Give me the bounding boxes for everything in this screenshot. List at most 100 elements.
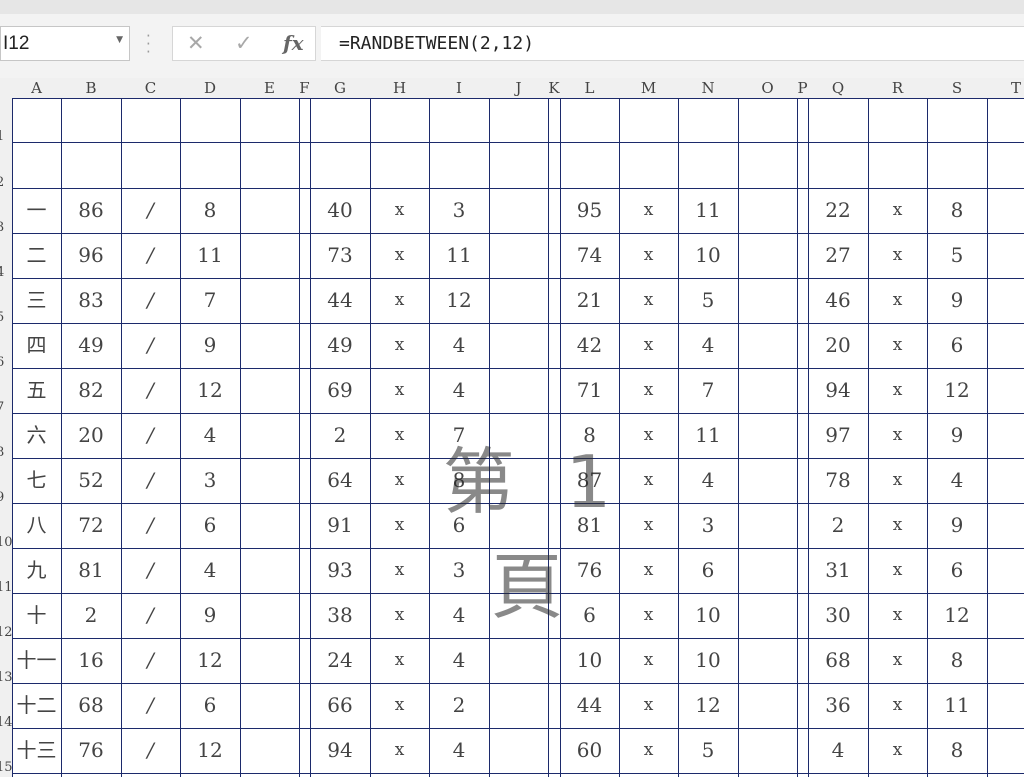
cell-d7[interactable]: 12 bbox=[180, 368, 240, 413]
cell-h4[interactable]: x bbox=[370, 233, 429, 278]
cell-r15[interactable]: x bbox=[868, 728, 927, 773]
cell-c5[interactable]: / bbox=[121, 278, 180, 323]
cell-m5[interactable]: x bbox=[619, 278, 678, 323]
cell-q11[interactable]: 31 bbox=[808, 548, 868, 593]
cell-c4[interactable]: / bbox=[121, 233, 180, 278]
cell-s5[interactable]: 9 bbox=[927, 278, 987, 323]
cell-n12[interactable]: 10 bbox=[678, 593, 738, 638]
cell-a15[interactable]: 十三 bbox=[12, 728, 61, 773]
cell-c7[interactable]: / bbox=[121, 368, 180, 413]
cell-h6[interactable]: x bbox=[370, 323, 429, 368]
cell-a13[interactable]: 十一 bbox=[12, 638, 61, 683]
cell-g10[interactable]: 91 bbox=[310, 503, 370, 548]
cell-n4[interactable]: 10 bbox=[678, 233, 738, 278]
cell-n9[interactable]: 4 bbox=[678, 458, 738, 503]
cell-c11[interactable]: / bbox=[121, 548, 180, 593]
cell-s14[interactable]: 11 bbox=[927, 683, 987, 728]
cell-n7[interactable]: 7 bbox=[678, 368, 738, 413]
cell-d9[interactable]: 3 bbox=[180, 458, 240, 503]
cell-q8[interactable]: 97 bbox=[808, 413, 868, 458]
cell-b15[interactable]: 76 bbox=[61, 728, 121, 773]
cell-q5[interactable]: 46 bbox=[808, 278, 868, 323]
cell-d8[interactable]: 4 bbox=[180, 413, 240, 458]
cell-m13[interactable]: x bbox=[619, 638, 678, 683]
cell-i5[interactable]: 12 bbox=[429, 278, 489, 323]
cell-c12[interactable]: / bbox=[121, 593, 180, 638]
cell-c14[interactable]: / bbox=[121, 683, 180, 728]
cell-s3[interactable]: 8 bbox=[927, 188, 987, 233]
cell-r11[interactable]: x bbox=[868, 548, 927, 593]
cell-i15[interactable]: 4 bbox=[429, 728, 489, 773]
cell-n11[interactable]: 6 bbox=[678, 548, 738, 593]
cell-g15[interactable]: 94 bbox=[310, 728, 370, 773]
cell-s13[interactable]: 8 bbox=[927, 638, 987, 683]
cell-i7[interactable]: 4 bbox=[429, 368, 489, 413]
cell-a7[interactable]: 五 bbox=[12, 368, 61, 413]
cell-c8[interactable]: / bbox=[121, 413, 180, 458]
cell-i6[interactable]: 4 bbox=[429, 323, 489, 368]
cell-g6[interactable]: 49 bbox=[310, 323, 370, 368]
cell-d14[interactable]: 6 bbox=[180, 683, 240, 728]
cell-n8[interactable]: 11 bbox=[678, 413, 738, 458]
cell-r10[interactable]: x bbox=[868, 503, 927, 548]
cell-q10[interactable]: 2 bbox=[808, 503, 868, 548]
cell-l3[interactable]: 95 bbox=[560, 188, 619, 233]
cell-b12[interactable]: 2 bbox=[61, 593, 121, 638]
cell-m14[interactable]: x bbox=[619, 683, 678, 728]
cell-r8[interactable]: x bbox=[868, 413, 927, 458]
cell-q6[interactable]: 20 bbox=[808, 323, 868, 368]
cell-g3[interactable]: 40 bbox=[310, 188, 370, 233]
cell-r14[interactable]: x bbox=[868, 683, 927, 728]
cell-b3[interactable]: 86 bbox=[61, 188, 121, 233]
cell-c6[interactable]: / bbox=[121, 323, 180, 368]
cell-g11[interactable]: 93 bbox=[310, 548, 370, 593]
cell-g7[interactable]: 69 bbox=[310, 368, 370, 413]
cell-d12[interactable]: 9 bbox=[180, 593, 240, 638]
cell-q14[interactable]: 36 bbox=[808, 683, 868, 728]
cell-b6[interactable]: 49 bbox=[61, 323, 121, 368]
cell-g8[interactable]: 2 bbox=[310, 413, 370, 458]
cell-d3[interactable]: 8 bbox=[180, 188, 240, 233]
cell-a8[interactable]: 六 bbox=[12, 413, 61, 458]
cell-a10[interactable]: 八 bbox=[12, 503, 61, 548]
cell-n15[interactable]: 5 bbox=[678, 728, 738, 773]
cell-h13[interactable]: x bbox=[370, 638, 429, 683]
cell-s6[interactable]: 6 bbox=[927, 323, 987, 368]
cell-g4[interactable]: 73 bbox=[310, 233, 370, 278]
cell-h14[interactable]: x bbox=[370, 683, 429, 728]
cell-h15[interactable]: x bbox=[370, 728, 429, 773]
cell-l13[interactable]: 10 bbox=[560, 638, 619, 683]
cell-n13[interactable]: 10 bbox=[678, 638, 738, 683]
cell-b9[interactable]: 52 bbox=[61, 458, 121, 503]
cell-d10[interactable]: 6 bbox=[180, 503, 240, 548]
cell-h3[interactable]: x bbox=[370, 188, 429, 233]
cell-l6[interactable]: 42 bbox=[560, 323, 619, 368]
cell-l15[interactable]: 60 bbox=[560, 728, 619, 773]
cell-a14[interactable]: 十二 bbox=[12, 683, 61, 728]
cell-g9[interactable]: 64 bbox=[310, 458, 370, 503]
cell-r5[interactable]: x bbox=[868, 278, 927, 323]
cell-l4[interactable]: 74 bbox=[560, 233, 619, 278]
cell-c3[interactable]: / bbox=[121, 188, 180, 233]
cell-g13[interactable]: 24 bbox=[310, 638, 370, 683]
cell-n14[interactable]: 12 bbox=[678, 683, 738, 728]
cell-s15[interactable]: 8 bbox=[927, 728, 987, 773]
cell-r9[interactable]: x bbox=[868, 458, 927, 503]
cell-s12[interactable]: 12 bbox=[927, 593, 987, 638]
cell-d15[interactable]: 12 bbox=[180, 728, 240, 773]
cell-q12[interactable]: 30 bbox=[808, 593, 868, 638]
cell-r4[interactable]: x bbox=[868, 233, 927, 278]
cell-a5[interactable]: 三 bbox=[12, 278, 61, 323]
cell-c9[interactable]: / bbox=[121, 458, 180, 503]
cell-m15[interactable]: x bbox=[619, 728, 678, 773]
cell-d5[interactable]: 7 bbox=[180, 278, 240, 323]
cell-b14[interactable]: 68 bbox=[61, 683, 121, 728]
cell-a6[interactable]: 四 bbox=[12, 323, 61, 368]
cell-m6[interactable]: x bbox=[619, 323, 678, 368]
cell-d11[interactable]: 4 bbox=[180, 548, 240, 593]
cell-i4[interactable]: 11 bbox=[429, 233, 489, 278]
cell-m7[interactable]: x bbox=[619, 368, 678, 413]
cell-m4[interactable]: x bbox=[619, 233, 678, 278]
cell-h5[interactable]: x bbox=[370, 278, 429, 323]
cell-n3[interactable]: 11 bbox=[678, 188, 738, 233]
